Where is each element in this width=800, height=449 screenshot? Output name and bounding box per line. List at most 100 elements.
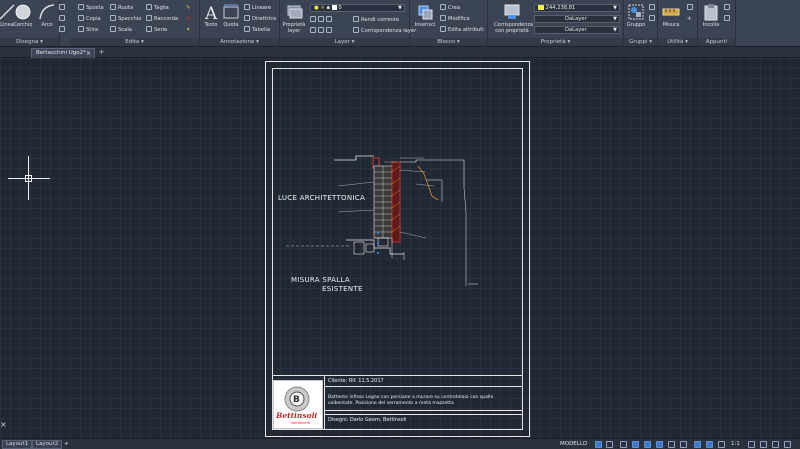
mirror-button[interactable]: Specchio [110,15,141,24]
drawing-canvas[interactable]: × · · · · · · · · · · · · · · · · · · · … [0,58,800,438]
move-button[interactable]: Sposta [78,4,104,13]
grid-icon[interactable] [595,441,602,448]
add-layout-button[interactable]: + [64,440,69,449]
panel-title-disegna[interactable]: Disegna ▾ [0,38,59,46]
stretch-button[interactable]: Stira [78,26,98,35]
svg-text:· · · · · · ·: · · · · · · · [342,208,353,211]
move-label: Sposta [86,5,104,11]
layer-thaw-icon [326,27,332,33]
match-layer-icon [353,27,359,33]
panel-blocco: Inserisci Crea Modifica Edita attributi … [410,0,488,47]
trim-button[interactable]: Taglia [146,4,169,13]
rectangle-tool-button[interactable] [59,15,67,24]
rotate-icon [110,4,116,10]
cut-button[interactable] [724,4,732,13]
tab-layout2[interactable]: Layout2 [32,440,63,449]
annotation-scale-icon[interactable] [718,441,725,448]
dimension-icon [223,4,239,19]
lineweight-dropdown[interactable]: DaLayer ▼ [534,26,620,34]
linear-dimension-dropdown[interactable]: Lineare [244,4,271,13]
group-button[interactable]: Gruppo [625,3,647,28]
document-tab[interactable]: Bertacchini Ugo2* × [31,48,95,58]
edit-block-button[interactable]: Modifica [440,15,470,24]
copy-clip-button[interactable] [724,15,732,24]
make-current-button[interactable]: Rendi corrente [353,16,399,25]
array-button[interactable]: Serie [146,26,167,35]
panel-title-proprieta[interactable]: Proprietà ▾ [488,38,623,46]
pencil-tool-button[interactable]: ✎ [186,4,190,13]
snap-icon[interactable] [606,441,613,448]
color-dropdown[interactable]: 244,238,81 ▼ [534,4,620,12]
tab-layout1[interactable]: Layout1 [2,440,33,449]
layer-off-icon [326,16,332,22]
isolate-objects-icon[interactable] [772,441,779,448]
annotation-visibility-icon[interactable] [706,441,713,448]
scale-button[interactable]: Scala [110,26,132,35]
text-tool-button[interactable]: A Testo [200,3,222,28]
table-button[interactable]: Tabella [244,26,270,35]
panel-title-edita[interactable]: Edita ▾ [70,38,199,46]
sun-icon: ☼ [320,5,325,11]
explode-tool-button[interactable]: ✦ [186,26,190,35]
measure-button[interactable]: Misura [660,3,682,28]
linetype-dropdown[interactable]: DaLayer ▼ [534,15,620,23]
dimension-tool-button[interactable]: Quota [220,3,242,28]
close-icon[interactable]: × [86,49,91,58]
transparency-icon[interactable] [680,441,687,448]
close-icon[interactable]: × [0,420,7,429]
group-label: Gruppo [626,22,646,28]
circle-icon [15,4,31,20]
layer-tools-row-1[interactable] [310,16,334,25]
create-block-button[interactable]: Crea [440,4,460,13]
layer-properties-button[interactable]: Proprietà layer [282,3,306,34]
point-style-button[interactable]: ✛ [687,15,691,24]
quick-calc-button[interactable] [687,4,695,13]
arc-tool-button[interactable]: Arco [36,3,58,28]
leader-icon [244,15,250,21]
layer-tools-row-2[interactable] [310,27,334,36]
circle-tool-button[interactable]: Cerchio [12,3,34,28]
panel-title-annotazione[interactable]: Annotazione ▾ [200,38,279,46]
paste-button[interactable]: Incolla [700,3,722,28]
erase-tool-button[interactable]: ✕ [186,15,190,24]
selection-cycling-icon[interactable] [694,441,701,448]
insert-block-icon [418,5,433,20]
leader-dropdown[interactable]: Direttrice [244,15,276,24]
isodraft-icon[interactable] [644,441,651,448]
polar-icon[interactable] [632,441,639,448]
insert-block-button[interactable]: Inserisci [414,3,436,28]
match-layer-button[interactable]: Corrispondenza layer [353,27,416,36]
copy-button[interactable]: Copia [78,15,101,24]
fillet-button[interactable]: Raccorda [146,15,178,24]
plus-icon[interactable] [760,441,767,448]
match-properties-label: Corrispondenza con proprietà [494,22,534,34]
chevron-down-icon: ▼ [613,27,617,33]
rotate-button[interactable]: Ruota [110,4,133,13]
annotation-scale-value[interactable]: 1:1 [731,440,740,449]
object-snap-icon[interactable] [656,441,663,448]
hatch-tool-button[interactable] [59,26,67,35]
panel-title-appunti[interactable]: Appunti [698,38,735,46]
group-edit-icon [649,15,655,21]
edit-attributes-button[interactable]: Edita attributi [440,26,484,35]
customize-icon[interactable] [784,441,791,448]
panel-title-utilita[interactable]: Utilità ▾ [658,38,697,46]
panel-title-blocco[interactable]: Blocco ▾ [410,38,487,46]
svg-text:A: A [204,4,218,21]
scale-icon [110,26,116,32]
polyline-tool-button[interactable] [59,4,67,13]
ortho-icon[interactable] [620,441,627,448]
gear-icon[interactable] [748,441,755,448]
group-edit-button[interactable] [649,15,657,24]
panel-title-layer[interactable]: Layer ▾ [280,38,409,46]
new-tab-button[interactable]: + [97,49,106,57]
panel-title-gruppi[interactable]: Gruppi ▾ [624,38,657,46]
match-properties-button[interactable]: Corrispondenza con proprietà [494,3,534,34]
panel-gruppi: Gruppo Gruppi ▾ [624,0,658,47]
model-space-toggle[interactable]: MODELLO [560,440,587,449]
layer-dropdown[interactable]: ● ☼ ▪ 0 ▼ [310,4,405,12]
ungroup-button[interactable] [649,4,657,13]
rectangle-icon [59,15,65,21]
lineweight-icon[interactable] [668,441,675,448]
ungroup-icon [649,4,655,10]
